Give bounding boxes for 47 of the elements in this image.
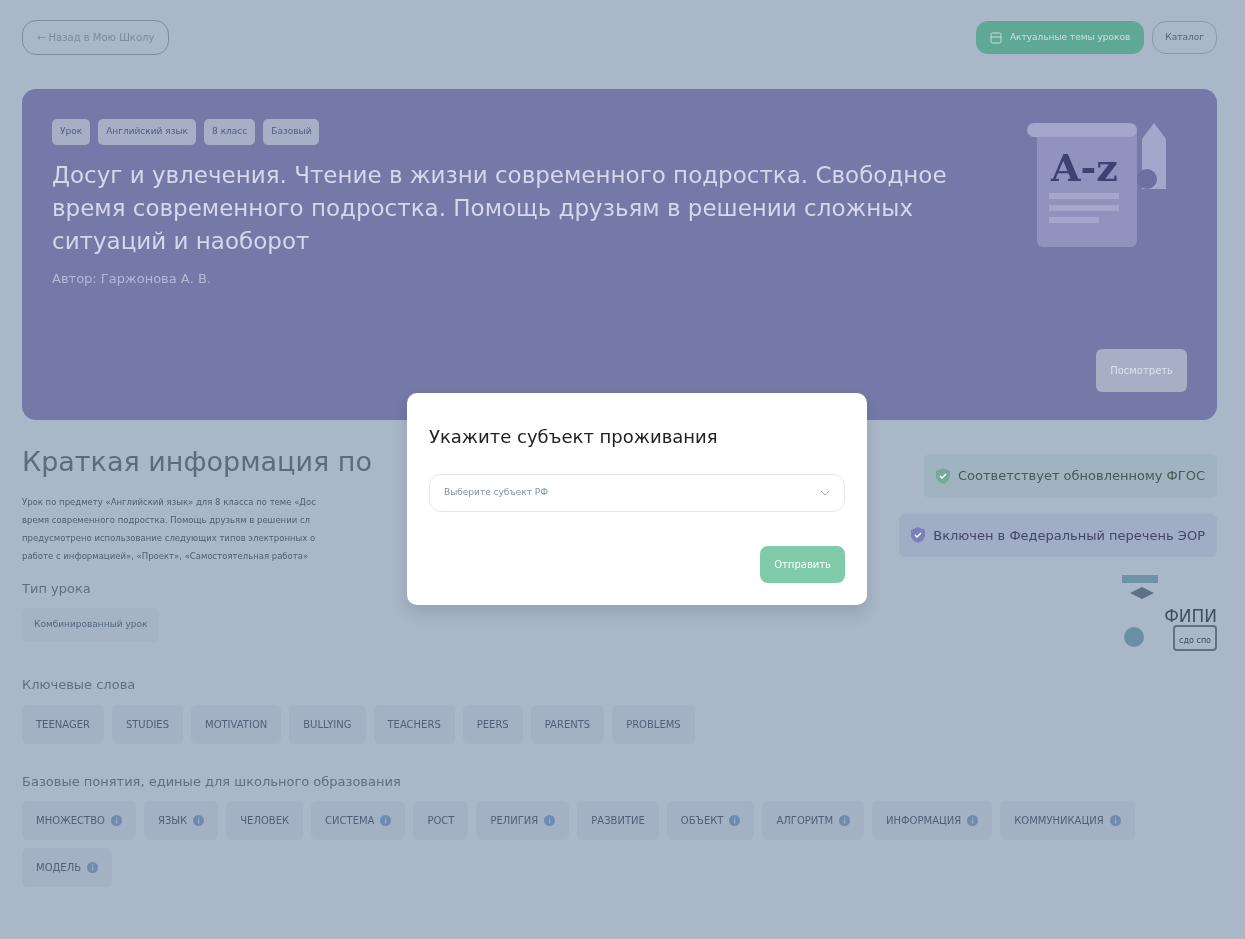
concept-tag: ИНФОРМАЦИЯ — [872, 801, 993, 840]
modal-title: Укажите субъект проживания — [429, 425, 719, 449]
topics-button[interactable]: Актуальные темы уроков — [975, 20, 1145, 55]
keyword-tag: MOTIVATION — [191, 704, 282, 744]
concept-tag: РАЗВИТИЕ — [577, 801, 659, 840]
keyword-tag: PEERS — [462, 704, 523, 744]
standard-label: Соответствует обновленному ФГОС — [958, 467, 1205, 485]
logo-text: ФИПИ — [1164, 608, 1217, 625]
concept-tag: РЕЛИГИЯ — [476, 801, 570, 840]
keyword-tag: PARENTS — [530, 704, 605, 744]
lesson-tag: 8 класс — [204, 119, 256, 145]
lesson-tag: Английский язык — [98, 119, 197, 145]
section-heading: Краткая информация по — [22, 445, 374, 479]
concept-tag: КОММУНИКАЦИЯ — [1000, 801, 1135, 840]
lesson-tag: Базовый — [263, 119, 320, 145]
catalog-button[interactable]: Каталог — [1152, 20, 1217, 55]
list-icon — [989, 31, 1002, 44]
concept-tag: АЛГОРИТМ — [762, 801, 864, 840]
description-line: предусмотрено использование следующих типов электронных о — [22, 531, 317, 545]
concept-tag: ЯЗЫК — [143, 801, 219, 840]
concept-tag: МОДЕЛЬ — [22, 848, 112, 887]
concept-tag: ЧЕЛОВЕК — [226, 801, 304, 840]
keyword-tag: STUDIES — [111, 704, 183, 744]
select-placeholder: Выберите субъект РФ — [444, 486, 548, 500]
lesson-author: Автор: Гаржонова А. В. — [52, 269, 213, 288]
keyword-tag: PROBLEMS — [612, 704, 695, 744]
keywords-label: Ключевые слова — [22, 676, 137, 694]
concept-tag: ОБЪЕКТ — [666, 801, 755, 840]
keyword-tag: BULLYING — [289, 704, 366, 744]
lesson-type-label: Тип урока — [22, 579, 92, 598]
lesson-type-value: Комбинированный урок — [22, 608, 160, 642]
concept-tag: СИСТЕМА — [311, 801, 406, 840]
lesson-tag: Урок — [52, 119, 91, 145]
concept-tag: РОСТ — [413, 801, 469, 840]
registry-label: Включен в Федеральный перечень ЭОР — [933, 526, 1205, 545]
keyword-tag: TEACHERS — [373, 704, 455, 744]
description-line: Урок по предмету «Английский язык» для 8 класса по теме «Дос — [22, 495, 317, 509]
region-select[interactable]: Выберите субъект РФ — [429, 474, 845, 512]
concept-tag: МНОЖЕСТВО — [22, 801, 136, 840]
concepts-label: Базовые понятия, единые для школьного образования — [22, 772, 402, 791]
illustration-letters: A-z — [1051, 145, 1118, 190]
chevron-down-icon — [820, 490, 830, 496]
description-line: время современного подростка. Помощь друзьям в решении сл — [22, 513, 312, 527]
logo-caption: сдо спо — [1173, 625, 1217, 651]
description-line: работе с информацией», «Проект», «Самостоятельная работа» — [22, 549, 310, 563]
keyword-tag: TEENAGER — [22, 704, 104, 744]
lesson-title: Досуг и увлечения. Чтение в жизни современного подростка. Свободное время современного подростка. Помощь друзьям в решении сложных ситуаций и наоборот — [52, 160, 948, 257]
